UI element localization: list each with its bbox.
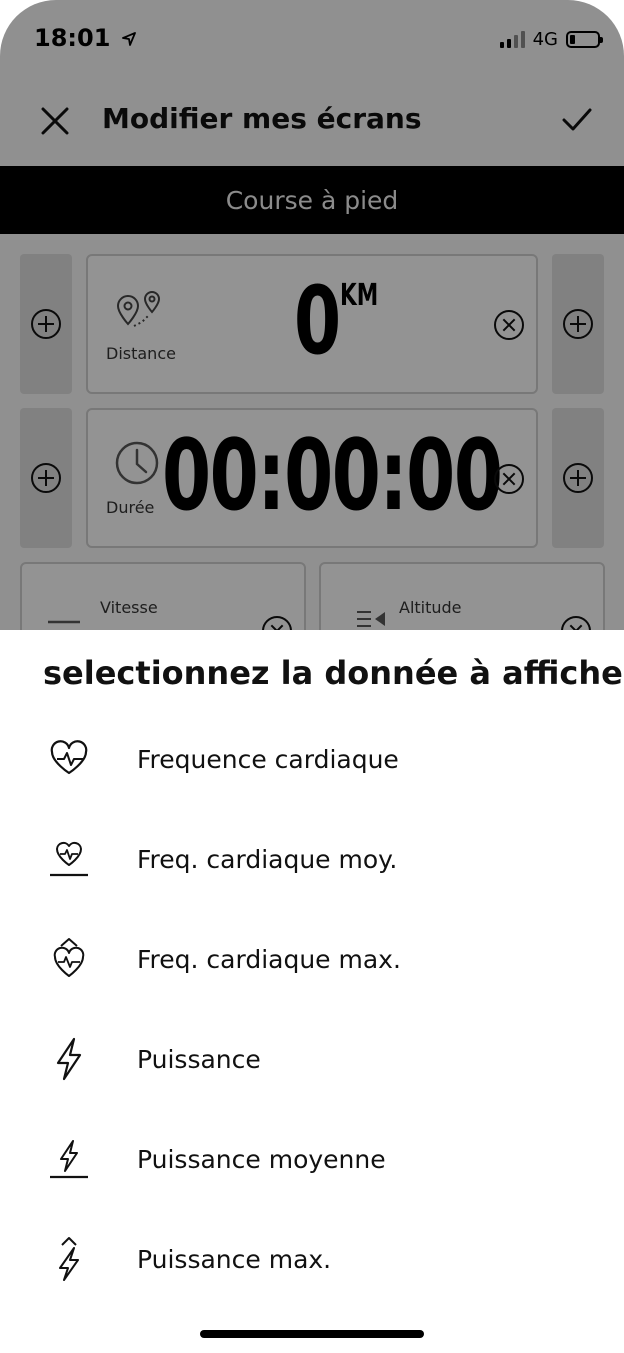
heart-rate-average-icon (46, 836, 92, 882)
power-bolt-icon (46, 1036, 92, 1082)
home-indicator[interactable] (200, 1330, 424, 1338)
option-label: Freq. cardiaque max. (137, 944, 401, 974)
screen: 18:01 4G Modifier mes écrans Course à pi… (0, 0, 624, 1353)
option-label: Puissance moyenne (137, 1144, 386, 1174)
heart-rate-icon (46, 736, 92, 782)
modal-backdrop[interactable] (0, 0, 624, 630)
background-app: 18:01 4G Modifier mes écrans Course à pi… (0, 0, 624, 630)
option-heart-rate-average[interactable]: Freq. cardiaque moy. (0, 809, 624, 909)
power-max-icon (46, 1236, 92, 1282)
data-selection-sheet: selectionnez la donnée à afficher Freque… (0, 630, 624, 1353)
option-power[interactable]: Puissance (0, 1009, 624, 1109)
sheet-title: selectionnez la donnée à afficher (43, 654, 624, 692)
heart-rate-max-icon (46, 936, 92, 982)
option-label: Frequence cardiaque (137, 744, 399, 774)
power-average-icon (46, 1136, 92, 1182)
option-heart-rate-max[interactable]: Freq. cardiaque max. (0, 909, 624, 1009)
option-label: Freq. cardiaque moy. (137, 844, 398, 874)
option-power-max[interactable]: Puissance max. (0, 1209, 624, 1309)
option-label: Puissance max. (137, 1244, 332, 1274)
option-power-average[interactable]: Puissance moyenne (0, 1109, 624, 1209)
option-heart-rate[interactable]: Frequence cardiaque (0, 709, 624, 809)
option-label: Puissance (137, 1044, 261, 1074)
